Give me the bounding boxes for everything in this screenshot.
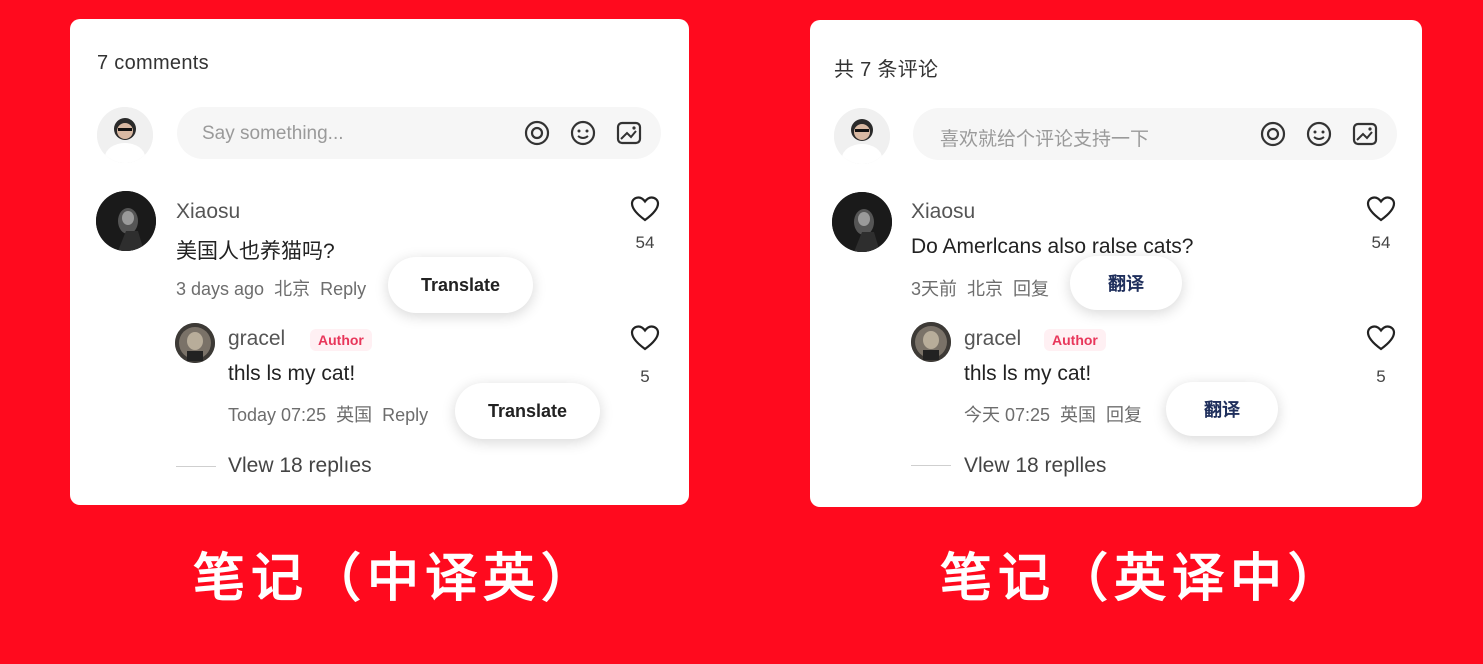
comment-location: 北京	[967, 279, 1004, 299]
reply-avatar[interactable]	[911, 322, 951, 362]
comments-panel-right: 共 7 条评论 喜欢就给个评论支持一下 Xiaosu Do Amerlcans …	[810, 20, 1422, 507]
reply-location: 英国	[1060, 405, 1097, 425]
commenter-name[interactable]: Xiaosu	[911, 200, 975, 224]
comment-time: 3天前	[911, 279, 958, 299]
reply-avatar[interactable]	[175, 323, 215, 363]
view-replies-link[interactable]: Vlew 18 replıes	[228, 454, 372, 478]
heart-icon[interactable]	[1366, 324, 1396, 352]
comments-panel-left: 7 comments Say something... Xiaosu 美国人也养…	[70, 19, 689, 505]
current-user-avatar[interactable]	[97, 107, 153, 163]
reply-link[interactable]: Reply	[382, 405, 428, 425]
comment-count: 7 comments	[97, 52, 209, 74]
heart-icon[interactable]	[630, 195, 660, 223]
image-icon[interactable]	[615, 119, 643, 147]
reply-location: 英国	[336, 405, 373, 425]
current-user-avatar[interactable]	[834, 108, 890, 164]
emoji-icon[interactable]	[569, 119, 597, 147]
comment-input-placeholder: Say something...	[202, 123, 344, 144]
comment-input-placeholder: 喜欢就给个评论支持一下	[940, 129, 1150, 150]
heart-icon[interactable]	[1366, 195, 1396, 223]
at-icon[interactable]	[1259, 120, 1287, 148]
reply-meta: Today 07:25 英国 Reply	[228, 401, 438, 427]
comment-meta: 3 days ago 北京 Reply	[176, 275, 376, 301]
comment-input[interactable]: Say something...	[177, 107, 661, 159]
caption-right: 笔记（英译中）	[940, 550, 1347, 608]
comment-count: 共 7 条评论	[834, 59, 939, 81]
author-badge: Author	[1044, 329, 1106, 351]
author-badge: Author	[310, 329, 372, 351]
comment-text: 美国人也养猫吗?	[176, 240, 335, 263]
reply-link[interactable]: Reply	[320, 279, 366, 299]
emoji-icon[interactable]	[1305, 120, 1333, 148]
comment-input[interactable]: 喜欢就给个评论支持一下	[913, 108, 1397, 160]
reply-author-name[interactable]: gracel	[964, 327, 1021, 351]
like-count: 54	[1371, 233, 1391, 252]
divider-line	[176, 466, 216, 467]
caption-left: 笔记（中译英）	[193, 550, 600, 608]
reply-time: 今天 07:25	[964, 405, 1051, 425]
reply-text: thls ls my cat!	[228, 362, 356, 385]
heart-icon[interactable]	[630, 324, 660, 352]
translate-button[interactable]: Translate	[388, 257, 533, 313]
commenter-avatar[interactable]	[832, 192, 892, 252]
like-count: 54	[635, 233, 655, 252]
like-count: 5	[640, 367, 650, 386]
reply-time: Today 07:25	[228, 405, 327, 425]
reply-text: thls ls my cat!	[964, 362, 1092, 385]
image-icon[interactable]	[1351, 120, 1379, 148]
view-replies-link[interactable]: Vlew 18 replles	[964, 454, 1106, 478]
translate-button[interactable]: 翻译	[1070, 256, 1182, 310]
at-icon[interactable]	[523, 119, 551, 147]
comment-meta: 3天前 北京 回复	[911, 275, 1059, 301]
reply-author-name[interactable]: gracel	[228, 327, 285, 351]
reply-link[interactable]: 回复	[1013, 279, 1049, 299]
comment-time: 3 days ago	[176, 279, 265, 299]
translate-button[interactable]: 翻译	[1166, 382, 1278, 436]
commenter-name[interactable]: Xiaosu	[176, 200, 240, 224]
commenter-avatar[interactable]	[96, 191, 156, 251]
translate-button[interactable]: Translate	[455, 383, 600, 439]
comment-location: 北京	[274, 279, 311, 299]
reply-link[interactable]: 回复	[1106, 405, 1142, 425]
divider-line	[911, 465, 951, 466]
like-count: 5	[1376, 367, 1386, 386]
reply-meta: 今天 07:25 英国 回复	[964, 401, 1152, 427]
